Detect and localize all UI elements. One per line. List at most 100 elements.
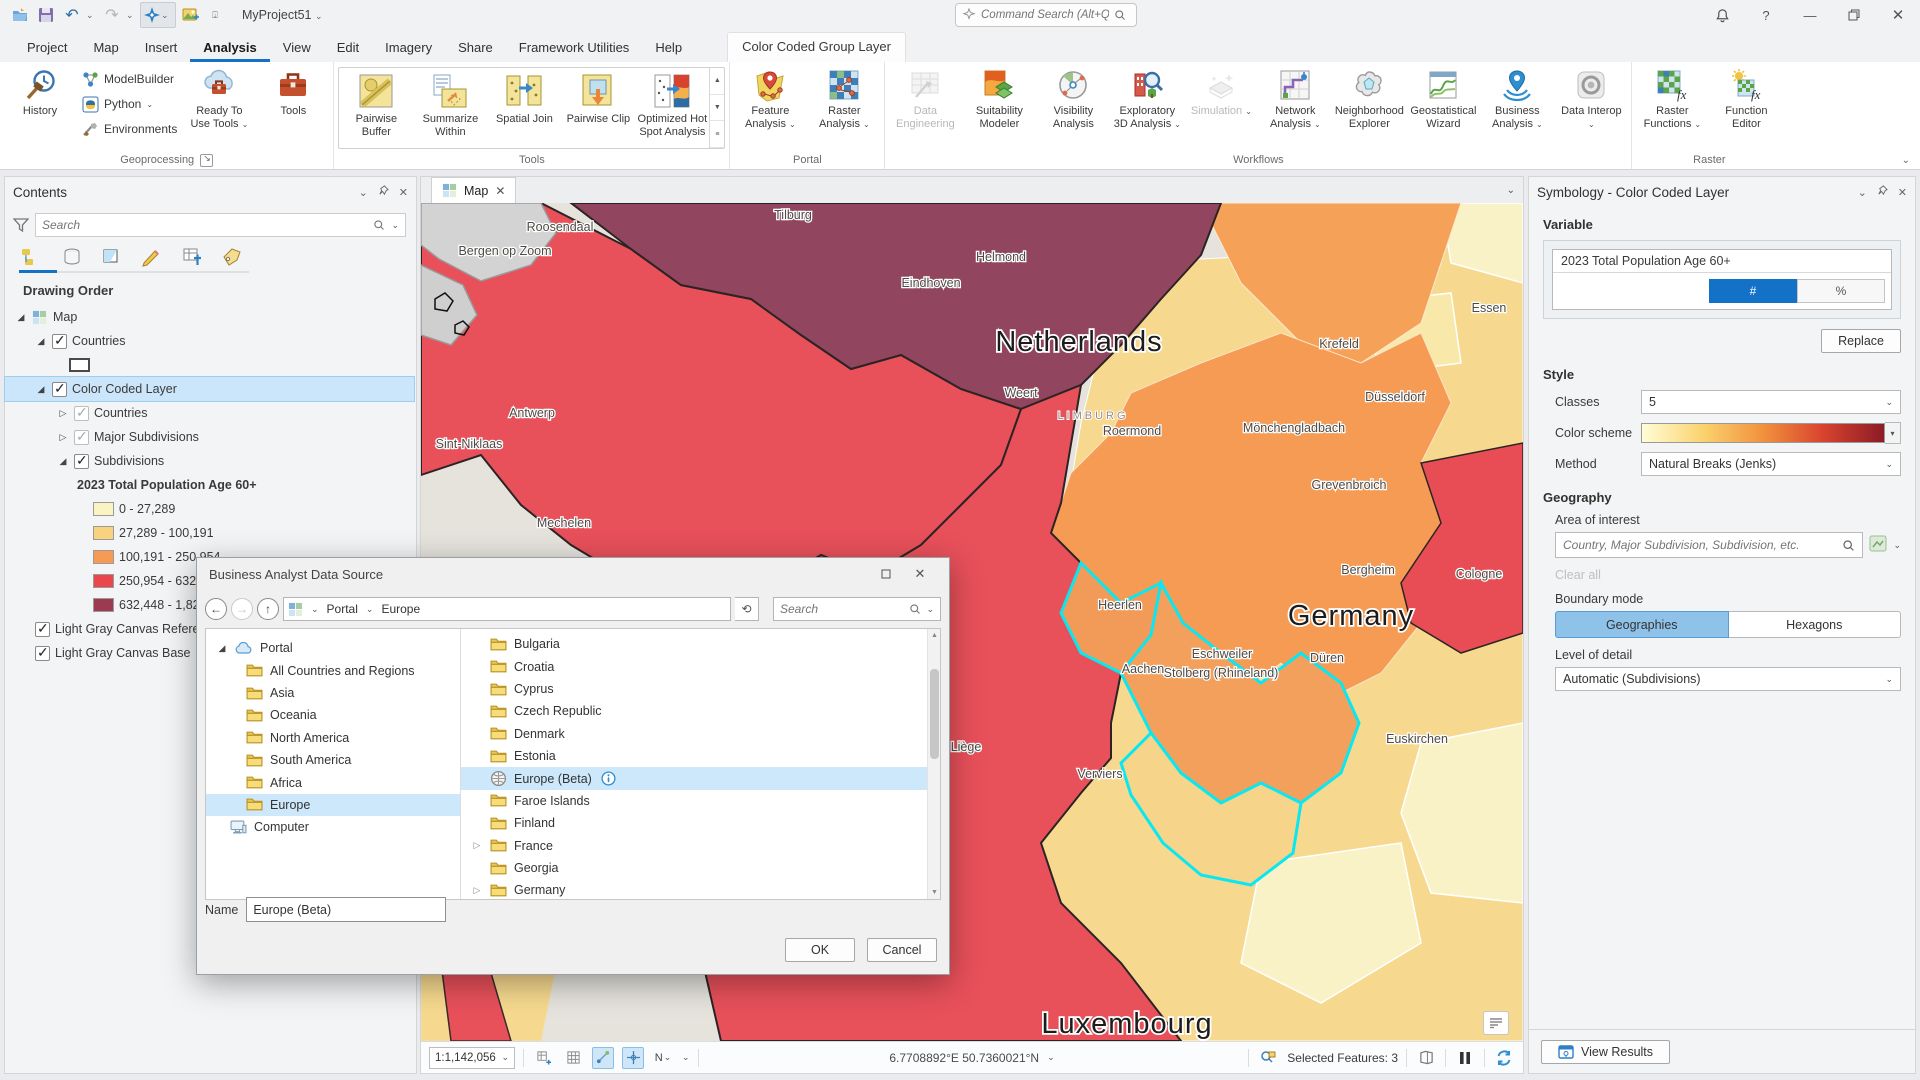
list-by-editing-icon[interactable] [139, 245, 165, 269]
contents-searchbox[interactable]: ⌄ [35, 213, 406, 237]
legend-class-row[interactable]: 27,289 - 100,191 [5, 521, 414, 545]
countries-symbol-swatch[interactable] [5, 353, 414, 377]
layer-checkbox[interactable] [52, 380, 67, 397]
tree-computer[interactable]: Computer [206, 816, 460, 838]
coordinates-readout[interactable]: 6.7708892°E 50.7360021°N ⌄ [889, 1051, 1054, 1065]
add-data-icon[interactable] [178, 3, 202, 27]
cancel-button[interactable]: Cancel [867, 938, 937, 962]
notifications-icon[interactable] [1700, 0, 1744, 30]
list-item-bulgaria[interactable]: Bulgaria [461, 633, 927, 655]
legend-class-row[interactable]: 0 - 27,289 [5, 497, 414, 521]
grid-add-icon[interactable] [532, 1047, 554, 1069]
layer-checkbox[interactable] [74, 428, 89, 445]
gallery-item-summarize-within[interactable]: Summarize Within [413, 68, 487, 148]
back-icon[interactable]: ← [205, 598, 227, 620]
selected-features-label[interactable]: Selected Features: 3 [1287, 1051, 1398, 1065]
symbology-menu-icon[interactable]: ⌄ [1858, 186, 1867, 199]
ok-button[interactable]: OK [785, 938, 855, 962]
sublayer-major-subdivisions[interactable]: ▷ Major Subdivisions [5, 425, 414, 449]
ribbon-tab-share[interactable]: Share [445, 34, 506, 62]
list-item-faroe-islands[interactable]: Faroe Islands [461, 790, 927, 812]
list-item-denmark[interactable]: Denmark [461, 723, 927, 745]
tree-folder-africa[interactable]: Africa [206, 771, 460, 793]
color-scheme-dropdown-icon[interactable]: ▾ [1885, 422, 1901, 444]
sublayer-subdivisions[interactable]: ◢ Subdivisions [5, 449, 414, 473]
ribbon-button-data-interop[interactable]: Data Interop ⌄ [1555, 64, 1627, 151]
layer-checkbox[interactable] [74, 452, 89, 469]
ribbon-button-business[interactable]: Business Analysis ⌄ [1481, 64, 1553, 151]
ribbon-button-ready-tools[interactable]: Ready To Use Tools ⌄ [183, 64, 255, 151]
symbology-pin-icon[interactable] [1877, 185, 1888, 199]
ribbon-button-feature-analysis[interactable]: Feature Analysis ⌄ [734, 64, 806, 151]
open-project-icon[interactable] [8, 3, 32, 27]
list-item-germany[interactable]: ▷ Germany [461, 879, 927, 899]
ribbon-tab-imagery[interactable]: Imagery [372, 34, 445, 62]
ribbon-tab-map[interactable]: Map [80, 34, 131, 62]
ribbon-button-geostat[interactable]: Geostatistical Wizard [1407, 64, 1479, 151]
zoom-to-selection-icon[interactable] [1257, 1047, 1279, 1069]
north-arrow-icon[interactable]: N ⌄ [652, 1047, 674, 1069]
list-item-czech-republic[interactable]: Czech Republic [461, 700, 927, 722]
pause-drawing-icon[interactable] [1454, 1047, 1476, 1069]
list-item-georgia[interactable]: Georgia [461, 857, 927, 879]
dialog-search-input[interactable] [780, 602, 905, 616]
tree-folder-south-america[interactable]: South America [206, 749, 460, 771]
method-select[interactable]: Natural Breaks (Jenks) ⌄ [1641, 452, 1901, 476]
dialog-scrollbar[interactable]: ▲ ▼ [927, 629, 940, 899]
legend-swatch[interactable] [93, 550, 114, 564]
gallery-item-hot-spot[interactable]: Optimized Hot Spot Analysis [635, 68, 709, 148]
undo-icon[interactable]: ↶ [60, 3, 84, 27]
breadcrumb-bar[interactable]: ⌄ Portal ⌄ Europe [283, 597, 731, 621]
view-results-button[interactable]: View Results [1541, 1039, 1671, 1064]
variable-value[interactable]: 2023 Total Population Age 60+ [1553, 250, 1891, 273]
customize-qat-icon[interactable]: ⍗ [204, 10, 226, 21]
boundary-hexagons-toggle[interactable]: Hexagons [1728, 611, 1901, 638]
redo-caret-icon[interactable]: ⌄ [126, 10, 138, 21]
crosshair-toggle-icon[interactable] [622, 1046, 644, 1069]
legend-swatch[interactable] [93, 502, 114, 516]
layer-countries[interactable]: ◢ Countries [5, 329, 414, 353]
refresh-map-icon[interactable] [1493, 1047, 1515, 1069]
ribbon-button-exploratory-3d[interactable]: Exploratory 3D Analysis ⌄ [1111, 64, 1183, 151]
unit-percent-toggle[interactable]: % [1797, 279, 1885, 303]
ribbon-collapse-icon[interactable]: ⌄ [1902, 155, 1910, 166]
replace-button[interactable]: Replace [1821, 329, 1901, 353]
color-scheme-bar[interactable] [1641, 423, 1885, 443]
layer-map[interactable]: ◢ Map [5, 305, 414, 329]
list-by-join-icon[interactable] [179, 245, 205, 269]
tree-portal[interactable]: ◢ Portal [206, 637, 460, 659]
gallery-scroll[interactable]: ▲ ▼ ≡ [709, 68, 725, 149]
contents-search-input[interactable] [42, 218, 368, 232]
dialog-searchbox[interactable]: ⌄ [773, 597, 941, 621]
layer-checkbox[interactable] [35, 620, 50, 637]
expander-icon[interactable]: ◢ [15, 312, 27, 323]
save-project-icon[interactable] [34, 3, 58, 27]
up-icon[interactable]: ↑ [257, 598, 279, 620]
clear-all-link[interactable]: Clear all [1555, 568, 1901, 582]
ribbon-tab-project[interactable]: Project [14, 34, 80, 62]
snapping-toggle-icon[interactable] [592, 1046, 614, 1069]
ribbon-button-visibility[interactable]: Visibility Analysis [1037, 64, 1109, 151]
tree-folder-asia[interactable]: Asia [206, 682, 460, 704]
layer-checkbox[interactable] [35, 644, 50, 661]
ribbon-button-neighborhood[interactable]: Neighborhood Explorer [1333, 64, 1405, 151]
minimize-button[interactable]: — [1788, 0, 1832, 30]
ribbon-button-raster-functions[interactable]: fx Raster Functions ⌄ [1636, 64, 1708, 151]
tree-folder-north-america[interactable]: North America [206, 727, 460, 749]
restore-button[interactable] [1832, 0, 1876, 30]
gallery-item-spatial-join[interactable]: Spatial Join [487, 68, 561, 148]
layer-checkbox[interactable] [52, 332, 67, 349]
expander-icon[interactable]: ▷ [57, 408, 69, 419]
list-by-selection-icon[interactable] [99, 245, 125, 269]
ribbon-button-raster-analysis[interactable]: Raster Analysis ⌄ [808, 64, 880, 151]
ribbon-tab-analysis[interactable]: Analysis [190, 34, 270, 62]
command-search-input[interactable] [981, 9, 1109, 21]
list-item-cyprus[interactable]: Cyprus [461, 678, 927, 700]
filter-icon[interactable] [13, 218, 29, 232]
map-tab-close-icon[interactable]: ✕ [495, 184, 505, 198]
tree-folder-europe[interactable]: Europe [206, 793, 460, 817]
redo-icon[interactable]: ↷ [100, 3, 124, 27]
ribbon-button-environments[interactable]: Environments [78, 118, 181, 140]
scale-combo[interactable]: 1:1,142,056 ⌄ [429, 1046, 515, 1069]
aoi-caret-icon[interactable]: ⌄ [1893, 540, 1901, 551]
